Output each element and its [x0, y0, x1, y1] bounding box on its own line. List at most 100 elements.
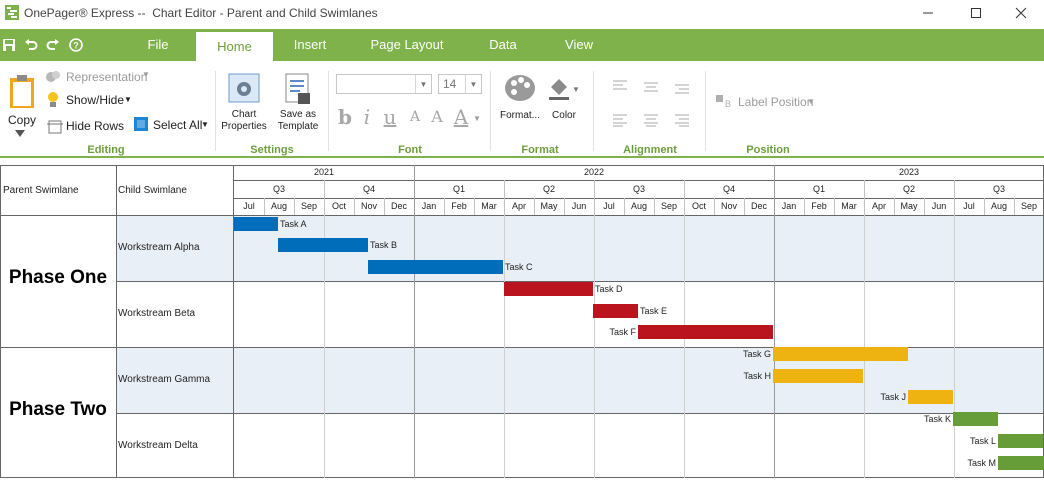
grow-font-icon[interactable]: A — [406, 105, 424, 129]
chart-properties-button[interactable]: Chart Properties — [220, 73, 268, 135]
tab-home[interactable]: Home — [196, 32, 273, 61]
align-top-left-icon[interactable] — [612, 79, 628, 91]
month-divider — [654, 198, 655, 215]
save-icon[interactable] — [2, 38, 16, 52]
task-bar[interactable] — [998, 434, 1043, 448]
align-center-icon[interactable] — [643, 113, 659, 127]
month-label: Feb — [811, 201, 827, 211]
position-group-label: Position — [746, 144, 790, 156]
month-label: Jun — [931, 201, 947, 211]
bold-button[interactable]: b — [336, 105, 354, 129]
task-bar[interactable] — [278, 238, 368, 252]
task-bar[interactable] — [998, 456, 1044, 470]
task-bar[interactable] — [773, 347, 908, 361]
month-label: Aug — [630, 201, 647, 211]
ribbon-tab-bar: ? File Home Insert Page Layout Data View — [0, 29, 1044, 61]
task-bar[interactable] — [234, 217, 278, 231]
copy-button[interactable]: Copy — [5, 75, 37, 143]
task-bar[interactable] — [908, 390, 953, 404]
help-icon[interactable]: ? — [69, 38, 83, 52]
quarter-label: Q2 — [902, 184, 915, 194]
parent-swimlane-header: Parent Swimlane — [3, 185, 79, 196]
onepager-app-icon — [5, 5, 19, 20]
month-label: Sep — [300, 201, 317, 211]
tab-page-layout[interactable]: Page Layout — [358, 29, 456, 61]
format-label: Format... — [499, 110, 540, 121]
task-bar[interactable] — [773, 369, 863, 383]
show-hide-button[interactable]: Show/Hide — [66, 93, 124, 107]
color-dropdown-icon: ▼ — [572, 85, 580, 94]
quarter-label: Q1 — [812, 184, 825, 194]
chevron-down-icon: ▼ — [465, 75, 481, 93]
format-button[interactable]: Format... — [496, 73, 544, 133]
template-icon — [285, 73, 310, 104]
task-bar[interactable] — [504, 282, 593, 296]
grid-horizontal-line — [234, 198, 1044, 199]
close-icon — [1015, 7, 1027, 19]
quarter-divider — [324, 180, 325, 198]
month-divider — [804, 198, 805, 215]
align-top-center-icon[interactable] — [643, 81, 659, 93]
font-color-icon[interactable]: A — [452, 105, 470, 129]
task-label: Task H — [743, 371, 771, 381]
align-left-icon[interactable] — [612, 113, 628, 127]
align-right-icon[interactable] — [674, 113, 690, 127]
label-position-button[interactable]: Label Position — [738, 95, 813, 109]
month-label: Jan — [421, 201, 437, 211]
grid-vertical-line — [0, 165, 1, 478]
tab-insert[interactable]: Insert — [280, 29, 340, 61]
tab-view[interactable]: View — [552, 29, 606, 61]
save-as-template-label: Save as Template — [277, 109, 319, 132]
month-label: Nov — [720, 201, 737, 211]
italic-button[interactable]: i — [358, 105, 376, 129]
grid-vertical-line — [116, 165, 117, 478]
gantt-chart: Parent Swimlane Child Swimlane Jul Aug Sep… — [0, 165, 1044, 478]
representation-button[interactable]: Representation — [66, 70, 147, 84]
task-bar[interactable] — [953, 412, 998, 426]
month-divider — [324, 198, 325, 215]
undo-icon[interactable] — [24, 38, 38, 52]
underline-button[interactable]: u — [381, 105, 399, 129]
close-button[interactable] — [998, 0, 1044, 26]
month-label: Dec — [390, 201, 407, 211]
font-size-dropdown[interactable]: 14 ▼ — [438, 74, 482, 94]
font-name-dropdown[interactable]: ▼ — [336, 74, 432, 94]
maximize-button[interactable] — [953, 0, 999, 26]
chevron-down-icon: ▼ — [415, 75, 431, 93]
align-top-right-icon[interactable] — [674, 83, 690, 95]
task-label: Task J — [880, 392, 906, 402]
hide-rows-button[interactable]: Hide Rows — [66, 119, 124, 133]
group-divider — [705, 71, 706, 151]
month-divider — [294, 198, 295, 215]
month-label: Dec — [750, 201, 767, 211]
task-bar[interactable] — [638, 325, 773, 339]
task-bar[interactable] — [368, 260, 503, 274]
color-button[interactable]: ▼ Color — [544, 73, 584, 133]
format-group-label: Format — [521, 144, 559, 156]
task-bar[interactable] — [593, 304, 638, 318]
task-label: Task L — [969, 436, 996, 446]
minimize-button[interactable] — [905, 0, 951, 26]
month-divider — [474, 198, 475, 215]
select-all-button[interactable]: Select All — [153, 118, 202, 132]
month-label: Sep — [1020, 201, 1037, 211]
redo-icon[interactable] — [46, 38, 60, 52]
month-label: May — [900, 201, 918, 211]
month-label: Jul — [243, 201, 255, 211]
month-label: Oct — [691, 201, 706, 211]
font-size-value: 14 — [443, 77, 457, 91]
save-as-template-button[interactable]: Save as Template — [274, 73, 322, 135]
month-divider — [594, 198, 595, 215]
quarter-gridline — [594, 215, 595, 478]
month-divider — [714, 198, 715, 215]
quarter-label: Q4 — [722, 184, 735, 194]
representation-icon — [46, 71, 60, 82]
label-position-dropdown-icon: ▼ — [807, 97, 815, 106]
parent-swimlane-phase-two: Phase Two — [9, 399, 107, 420]
month-divider — [624, 198, 625, 215]
tab-file[interactable]: File — [128, 29, 188, 61]
tab-data[interactable]: Data — [476, 29, 530, 61]
paint-bucket-icon — [549, 79, 569, 100]
svg-text:?: ? — [73, 41, 79, 51]
shrink-font-icon[interactable]: A — [428, 105, 446, 129]
